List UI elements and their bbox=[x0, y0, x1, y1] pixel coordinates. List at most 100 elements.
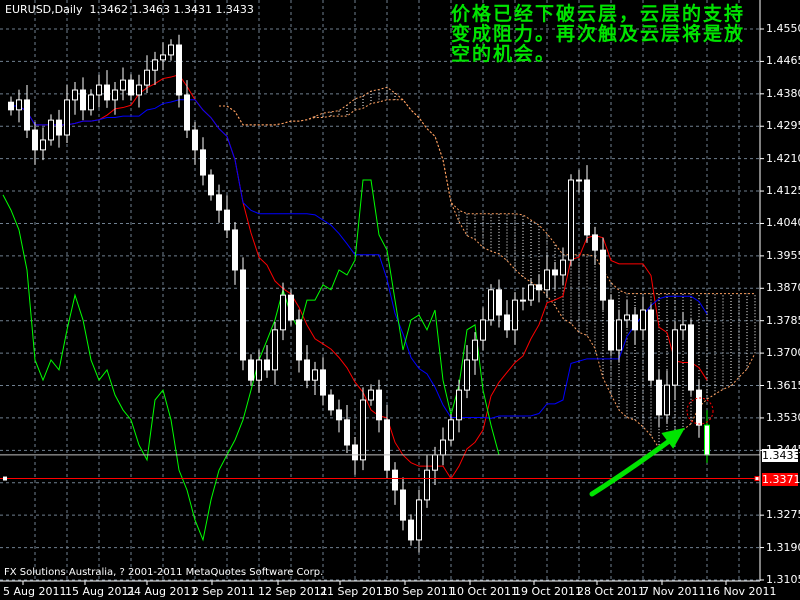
candle-body bbox=[80, 89, 86, 111]
price-tick-label: 1.3275 bbox=[766, 508, 800, 522]
price-tick-label: 1.4465 bbox=[766, 54, 800, 68]
date-tick-label: 28 Oct 2011 bbox=[577, 585, 646, 598]
candle-body bbox=[352, 444, 358, 461]
candle-body bbox=[240, 269, 246, 361]
candle-body bbox=[600, 249, 606, 301]
candle-body bbox=[488, 289, 494, 321]
candle-body bbox=[456, 389, 462, 421]
candle-body bbox=[320, 369, 326, 396]
candle-body bbox=[120, 79, 126, 91]
symbol-label: EURUSD,Daily bbox=[5, 3, 83, 16]
date-tick-label: 24 Aug 2011 bbox=[127, 585, 198, 598]
candle-body bbox=[528, 284, 534, 301]
candle-body bbox=[704, 424, 710, 456]
candle-body bbox=[672, 329, 678, 386]
candle-body bbox=[176, 44, 182, 96]
candle-body bbox=[344, 419, 350, 446]
candle-body bbox=[664, 384, 670, 416]
candle-body bbox=[656, 379, 662, 416]
candle-body bbox=[640, 309, 646, 331]
candle-body bbox=[336, 409, 342, 421]
candle-body bbox=[152, 59, 158, 71]
candle-body bbox=[480, 319, 486, 341]
candle-body bbox=[504, 314, 510, 331]
chart-title: EURUSD,Daily 1.3462 1.3463 1.3431 1.3433 bbox=[5, 3, 254, 16]
candle-body bbox=[608, 299, 614, 351]
candle-body bbox=[296, 319, 302, 361]
date-tick-label: 19 Oct 2011 bbox=[514, 585, 583, 598]
date-tick-label: 15 Aug 2011 bbox=[65, 585, 136, 598]
candle-body bbox=[576, 179, 582, 182]
hline-handle-left bbox=[3, 476, 7, 481]
date-tick-label: 5 Aug 2011 bbox=[3, 585, 67, 598]
date-tick-label: 10 Oct 2011 bbox=[450, 585, 519, 598]
candle-body bbox=[64, 99, 70, 136]
candle-body bbox=[536, 284, 542, 291]
price-tick-label: 1.4125 bbox=[766, 184, 800, 198]
price-chart[interactable] bbox=[0, 0, 800, 600]
hline-price-box: 1.3371 bbox=[762, 473, 800, 486]
candle-body bbox=[560, 259, 566, 276]
date-tick-label: 21 Sep 2011 bbox=[320, 585, 390, 598]
candle-body bbox=[136, 84, 142, 96]
candle-body bbox=[16, 99, 22, 111]
candle-body bbox=[408, 519, 414, 541]
date-tick-label: 12 Sep 2011 bbox=[258, 585, 328, 598]
candle-body bbox=[40, 139, 46, 151]
candle-body bbox=[216, 194, 222, 211]
candle-body bbox=[104, 84, 110, 101]
chart-window[interactable]: EURUSD,Daily 1.3462 1.3463 1.3431 1.3433… bbox=[0, 0, 800, 600]
candle-body bbox=[696, 389, 702, 426]
ohlc-readout: 1.3462 1.3463 1.3431 1.3433 bbox=[89, 3, 254, 16]
candle-body bbox=[208, 174, 214, 196]
candle-body bbox=[440, 439, 446, 456]
price-tick-label: 1.4210 bbox=[766, 151, 800, 165]
candle-body bbox=[496, 289, 502, 316]
price-tick-label: 1.3530 bbox=[766, 410, 800, 424]
price-tick-label: 1.3870 bbox=[766, 281, 800, 295]
price-tick-label: 1.4295 bbox=[766, 119, 800, 133]
candle-body bbox=[616, 319, 622, 351]
candle-body bbox=[24, 99, 30, 131]
candle-body bbox=[432, 454, 438, 471]
date-tick-label: 16 Nov 2011 bbox=[706, 585, 777, 598]
candle-body bbox=[648, 309, 654, 381]
candle-body bbox=[48, 119, 54, 141]
candle-body bbox=[200, 149, 206, 176]
green-arrow-icon bbox=[589, 433, 679, 497]
candle-body bbox=[424, 469, 430, 501]
candle-body bbox=[256, 359, 262, 381]
candle-body bbox=[448, 419, 454, 441]
candle-body bbox=[232, 229, 238, 271]
candle-body bbox=[32, 129, 38, 151]
price-tick-label: 1.3190 bbox=[766, 540, 800, 554]
candle-body bbox=[544, 269, 550, 291]
candle-body bbox=[552, 269, 558, 276]
price-tick-label: 1.4380 bbox=[766, 86, 800, 100]
price-tick-label: 1.3700 bbox=[766, 346, 800, 360]
price-tick-label: 1.3785 bbox=[766, 313, 800, 327]
candle-body bbox=[688, 324, 694, 391]
candle-body bbox=[128, 79, 134, 96]
candle-body bbox=[472, 339, 478, 361]
candle-body bbox=[160, 54, 166, 61]
candle-body bbox=[56, 119, 62, 136]
price-tick-label: 1.3615 bbox=[766, 378, 800, 392]
candle-body bbox=[680, 324, 686, 331]
price-tick-label: 1.4040 bbox=[766, 216, 800, 230]
candle-body bbox=[632, 314, 638, 331]
candle-body bbox=[400, 489, 406, 521]
candle-body bbox=[72, 89, 78, 101]
candle-body bbox=[96, 84, 102, 96]
date-tick-label: 30 Sep 2011 bbox=[385, 585, 455, 598]
candle-body bbox=[416, 499, 422, 541]
candle-body bbox=[368, 389, 374, 401]
candle-body bbox=[328, 394, 334, 411]
candle-body bbox=[512, 299, 518, 331]
date-tick-label: 2 Sep 2011 bbox=[192, 585, 255, 598]
date-tick-label: 7 Nov 2011 bbox=[642, 585, 706, 598]
candle-body bbox=[264, 359, 270, 371]
candle-body bbox=[288, 294, 294, 321]
candle-body bbox=[584, 179, 590, 236]
annotation-text: 价格已经下破云层，云层的支持变成阻力。再次触及云层将是放空的机会。 bbox=[451, 3, 746, 65]
